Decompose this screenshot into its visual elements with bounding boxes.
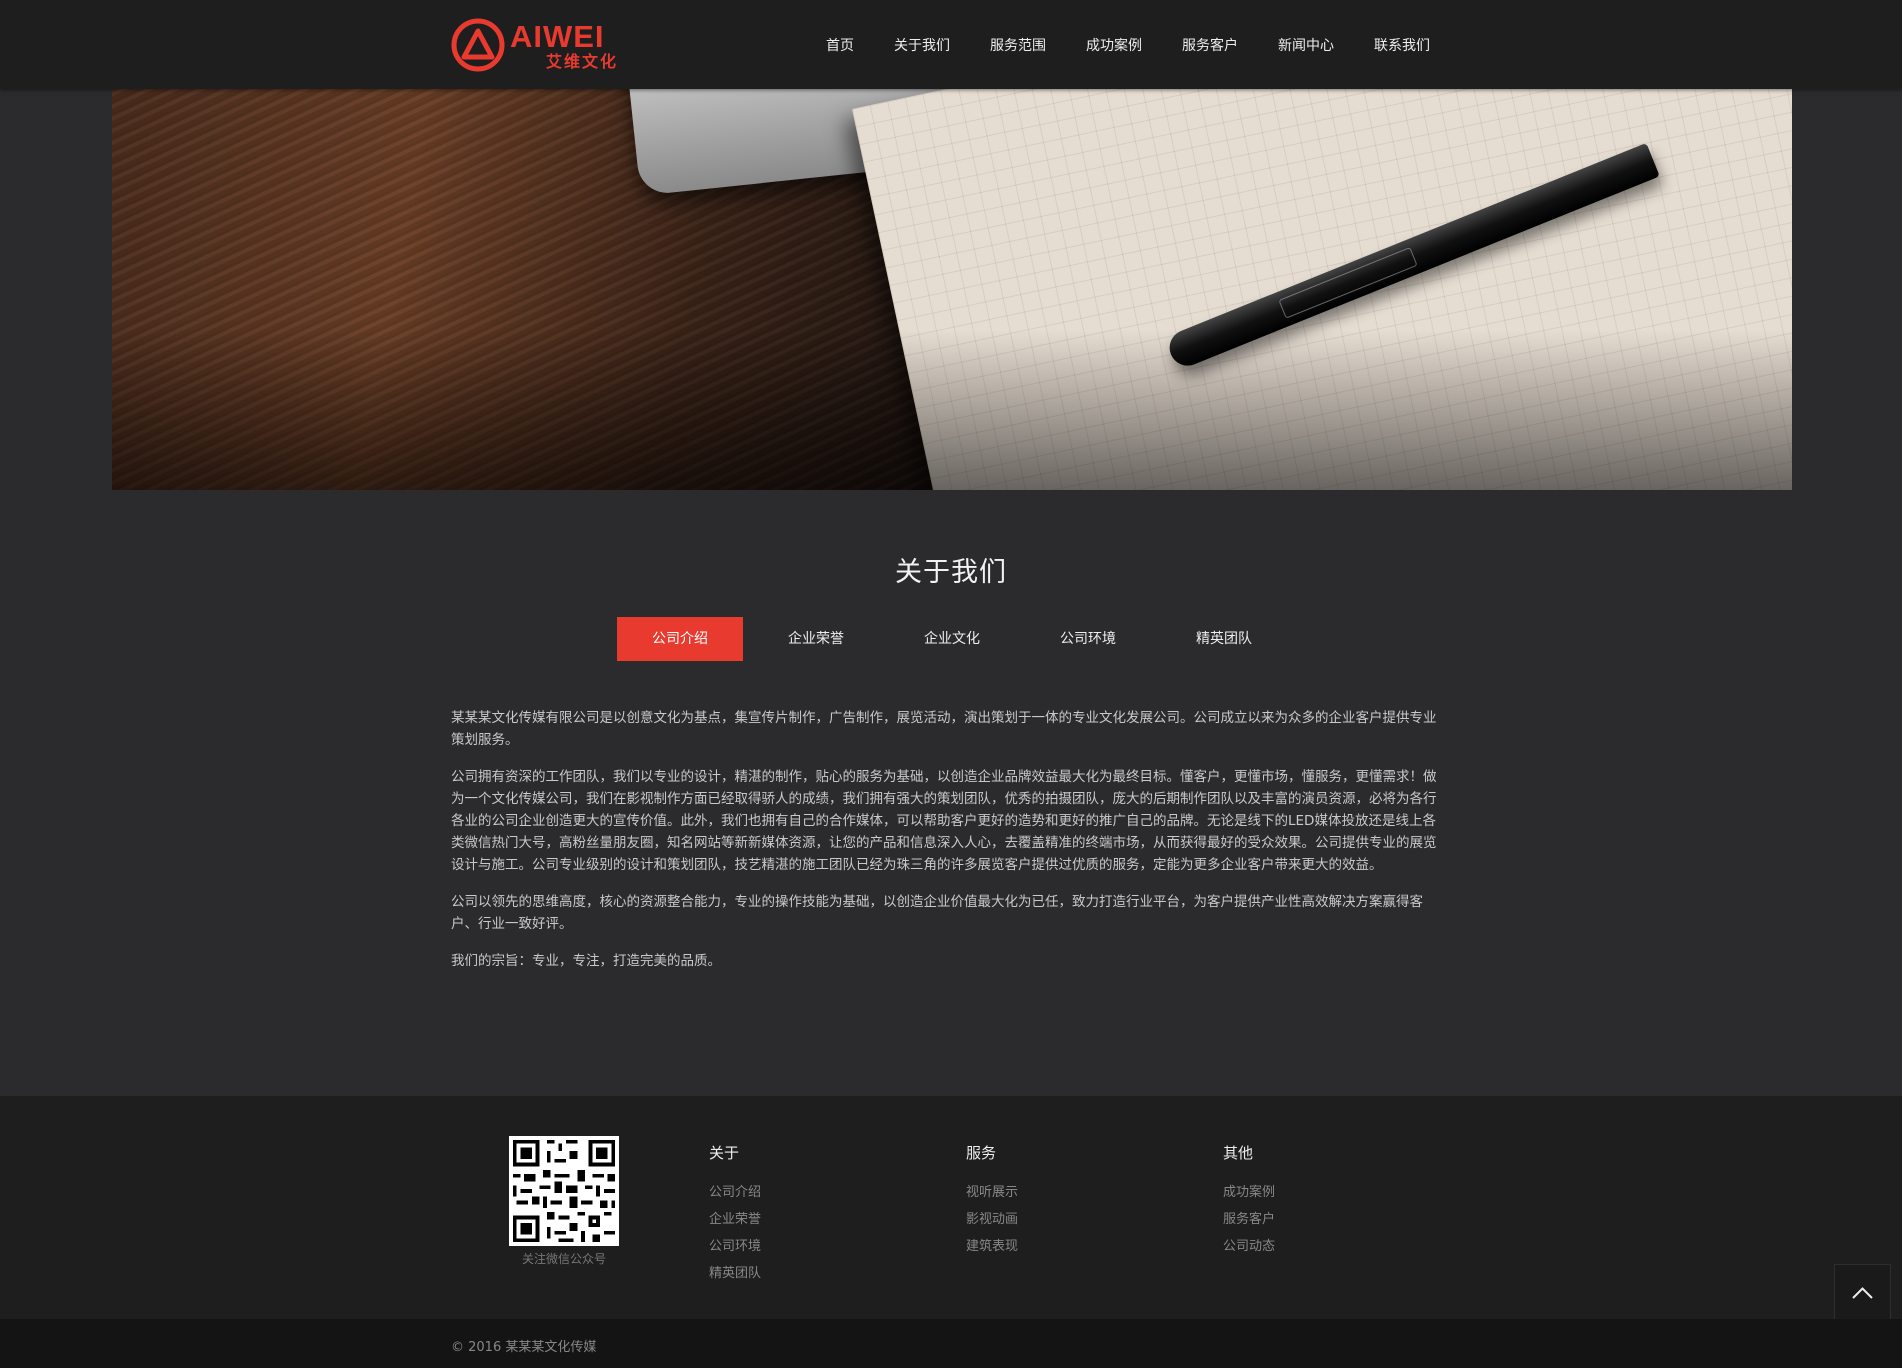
footer-link[interactable]: 服务客户: [1223, 1206, 1275, 1233]
chevron-up-icon: [1852, 1287, 1873, 1299]
nav-item-clients[interactable]: 服务客户: [1182, 35, 1238, 55]
tab-team[interactable]: 精英团队: [1161, 617, 1287, 661]
back-to-top-button[interactable]: [1834, 1264, 1891, 1321]
footer-link[interactable]: 视听展示: [966, 1179, 1018, 1206]
footer-column-about: 关于 公司介绍 企业荣誉 公司环境 精英团队: [709, 1142, 761, 1287]
tab-company-intro[interactable]: 公司介绍: [617, 617, 743, 661]
logo-name-cn: 艾维文化: [546, 51, 619, 71]
footer-link[interactable]: 公司介绍: [709, 1179, 761, 1206]
nav-item-cases[interactable]: 成功案例: [1086, 35, 1142, 55]
footer-link[interactable]: 企业荣誉: [709, 1206, 761, 1233]
nav-item-contact[interactable]: 联系我们: [1374, 35, 1430, 55]
logo-a-triangle-icon: [451, 18, 505, 72]
about-paragraph: 我们的宗旨：专业，专注，打造完美的品质。: [451, 953, 721, 969]
footer-column-services: 服务 视听展示 影视动画 建筑表现: [966, 1142, 1018, 1260]
section-title: 关于我们: [895, 557, 1007, 588]
nav-item-home[interactable]: 首页: [826, 35, 854, 55]
footer-column-title: 关于: [709, 1144, 740, 1162]
about-content: 某某某文化传媒有限公司是以创意文化为基点，集宣传片制作，广告制作，展览活动，演出…: [451, 707, 1447, 987]
hero-banner-image: [112, 89, 1792, 490]
copyright-bar: © 2016 某某某文化传媒: [0, 1319, 1902, 1368]
tab-environment[interactable]: 公司环境: [1025, 617, 1151, 661]
footer-link[interactable]: 成功案例: [1223, 1179, 1275, 1206]
tab-culture[interactable]: 企业文化: [889, 617, 1015, 661]
wechat-qr-code: [509, 1136, 619, 1246]
footer-link[interactable]: 影视动画: [966, 1206, 1018, 1233]
site-footer: 关注微信公众号 关于 公司介绍 企业荣誉 公司环境 精英团队 服务 视听展示 影…: [0, 1096, 1902, 1319]
footer-link[interactable]: 建筑表现: [966, 1233, 1018, 1260]
footer-column-title: 其他: [1223, 1144, 1254, 1162]
about-paragraph: 公司拥有资深的工作团队，我们以专业的设计，精湛的制作，贴心的服务为基础，以创造企…: [451, 769, 1437, 873]
logo-text: AIWEI 艾维文化: [510, 21, 618, 70]
tab-honors[interactable]: 企业荣誉: [753, 617, 879, 661]
footer-link[interactable]: 公司环境: [709, 1233, 761, 1260]
nav-item-about[interactable]: 关于我们: [894, 35, 950, 55]
copyright-text: © 2016 某某某文化传媒: [451, 1340, 597, 1355]
nav-item-news[interactable]: 新闻中心: [1278, 35, 1334, 55]
about-paragraph: 公司以领先的思维高度，核心的资源整合能力，专业的操作技能为基础，以创造企业价值最…: [451, 894, 1423, 932]
site-header: AIWEI 艾维文化 首页 关于我们 服务范围 成功案例 服务客户 新闻中心 联…: [0, 0, 1902, 89]
about-tabs: 公司介绍 企业荣誉 企业文化 公司环境 精英团队: [617, 617, 1297, 661]
footer-column-title: 服务: [966, 1144, 997, 1162]
footer-link[interactable]: 精英团队: [709, 1260, 761, 1287]
logo-name-en: AIWEI: [510, 18, 605, 54]
footer-link[interactable]: 公司动态: [1223, 1233, 1275, 1260]
footer-column-other: 其他 成功案例 服务客户 公司动态: [1223, 1142, 1275, 1260]
main-nav: 首页 关于我们 服务范围 成功案例 服务客户 新闻中心 联系我们: [808, 0, 1430, 89]
about-paragraph: 某某某文化传媒有限公司是以创意文化为基点，集宣传片制作，广告制作，展览活动，演出…: [451, 710, 1437, 748]
banner-shadow: [112, 89, 1792, 490]
qr-caption: 关注微信公众号: [521, 1252, 606, 1266]
brand-logo[interactable]: AIWEI 艾维文化: [450, 16, 618, 74]
nav-item-services[interactable]: 服务范围: [990, 35, 1046, 55]
